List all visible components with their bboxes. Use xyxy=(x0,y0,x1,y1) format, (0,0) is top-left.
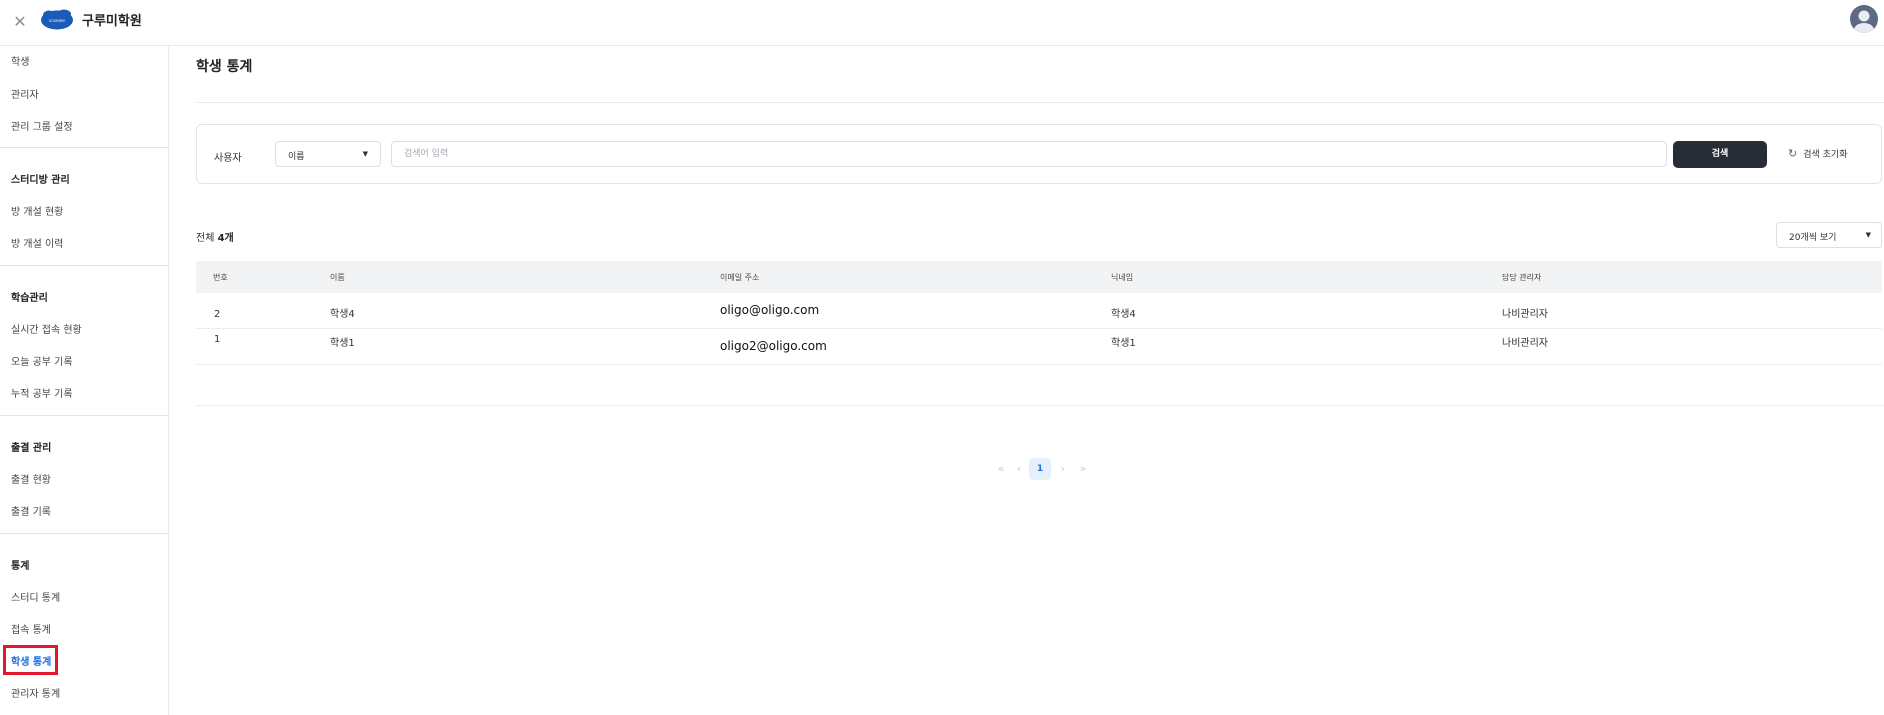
close-icon[interactable]: ✕ xyxy=(10,12,30,32)
select-value: 이름 xyxy=(288,152,305,162)
column-header-name: 이름 xyxy=(330,273,345,282)
count-prefix: 전체 xyxy=(196,233,215,244)
result-count: 전체 4개 xyxy=(196,229,234,244)
svg-text:GOORMEE: GOORMEE xyxy=(49,19,65,23)
sidebar-item-access-stats[interactable]: 접속 통계 xyxy=(11,621,51,636)
reset-label: 검색 초기화 xyxy=(1803,150,1848,160)
divider xyxy=(196,405,1884,406)
search-field-select[interactable]: 이름 ▼ xyxy=(275,141,381,167)
logo[interactable]: GOORMEE xyxy=(40,9,74,31)
search-input[interactable] xyxy=(391,141,1667,167)
sidebar-item-attendance-status[interactable]: 출결 현황 xyxy=(11,471,51,486)
column-header-email: 이메일 주소 xyxy=(720,273,760,282)
search-label: 사용자 xyxy=(214,153,242,164)
sidebar-item-admin-stats[interactable]: 관리자 통계 xyxy=(11,685,60,700)
brand-name: 구루미학원 xyxy=(82,14,142,29)
sidebar-group-statistics: 통계 xyxy=(11,561,30,572)
cell-no: 1 xyxy=(214,334,221,345)
search-panel: 사용자 이름 ▼ 검색 ↻ 검색 초기화 xyxy=(196,124,1882,184)
chevron-left-icon[interactable]: ‹ xyxy=(1008,458,1030,480)
table-row[interactable]: 2 학생4 oligo@oligo.com 학생4 나비관리자 xyxy=(196,293,1882,329)
avatar-icon[interactable] xyxy=(1850,5,1878,33)
cell-email: oligo@oligo.com xyxy=(720,303,820,317)
cell-manager: 나비관리자 xyxy=(1502,309,1548,320)
sidebar-item-room-history[interactable]: 방 개설 이력 xyxy=(11,235,63,250)
sidebar-group-study-room: 스터디방 관리 xyxy=(11,175,70,186)
cell-no: 2 xyxy=(214,309,221,320)
reset-search-button[interactable]: ↻ 검색 초기화 xyxy=(1788,147,1847,160)
sidebar-group-learning: 학습관리 xyxy=(11,293,48,304)
divider xyxy=(0,147,168,148)
page-title: 학생 통계 xyxy=(196,59,253,75)
cell-manager: 나비관리자 xyxy=(1502,338,1548,349)
sidebar-item-study-stats[interactable]: 스터디 통계 xyxy=(11,589,60,604)
sidebar-item-realtime-access[interactable]: 실시간 접속 현황 xyxy=(11,321,82,336)
cell-nickname: 학생4 xyxy=(1111,309,1136,320)
sidebar-item-cumulative-study[interactable]: 누적 공부 기록 xyxy=(11,385,73,400)
column-header-manager: 담당 관리자 xyxy=(1502,273,1542,282)
cell-nickname: 학생1 xyxy=(1111,338,1136,349)
divider xyxy=(0,533,168,534)
refresh-icon: ↻ xyxy=(1788,147,1798,160)
caret-down-icon: ▼ xyxy=(362,150,368,158)
sidebar: 학생 관리자 관리 그룹 설정 스터디방 관리 방 개설 현황 방 개설 이력 … xyxy=(0,46,169,715)
per-page-select[interactable]: 20개씩 보기 ▼ xyxy=(1776,222,1882,248)
cell-name: 학생4 xyxy=(330,309,355,320)
student-stats-table: 번호 이름 이메일 주소 닉네임 담당 관리자 2 학생4 oligo@olig… xyxy=(196,261,1882,365)
count-value: 4개 xyxy=(217,233,234,244)
divider xyxy=(0,265,168,266)
sidebar-item-admins[interactable]: 관리자 xyxy=(11,86,39,101)
highlight-box xyxy=(3,645,58,675)
sidebar-item-room-status[interactable]: 방 개설 현황 xyxy=(11,203,63,218)
column-header-no: 번호 xyxy=(213,273,228,282)
column-header-nickname: 닉네임 xyxy=(1111,273,1134,282)
cell-name: 학생1 xyxy=(330,338,355,349)
divider xyxy=(196,102,1884,103)
top-bar: ✕ GOORMEE 구루미학원 xyxy=(0,0,1884,46)
divider xyxy=(0,415,168,416)
chevron-double-right-icon[interactable]: » xyxy=(1072,458,1094,480)
table-row[interactable]: 1 학생1 oligo2@oligo.com 학생1 나비관리자 xyxy=(196,329,1882,365)
caret-down-icon: ▼ xyxy=(1865,231,1871,239)
per-page-value: 20개씩 보기 xyxy=(1789,233,1837,243)
table-header: 번호 이름 이메일 주소 닉네임 담당 관리자 xyxy=(196,261,1882,293)
search-button[interactable]: 검색 xyxy=(1673,141,1767,168)
page-number-current[interactable]: 1 xyxy=(1029,458,1051,480)
chevron-right-icon[interactable]: › xyxy=(1052,458,1074,480)
sidebar-item-today-study[interactable]: 오늘 공부 기록 xyxy=(11,353,73,368)
sidebar-item-students[interactable]: 학생 xyxy=(11,53,29,68)
sidebar-item-attendance-records[interactable]: 출결 기록 xyxy=(11,503,51,518)
sidebar-item-group-settings[interactable]: 관리 그룹 설정 xyxy=(11,118,73,133)
cell-email: oligo2@oligo.com xyxy=(720,339,827,353)
sidebar-group-attendance: 출결 관리 xyxy=(11,443,52,454)
